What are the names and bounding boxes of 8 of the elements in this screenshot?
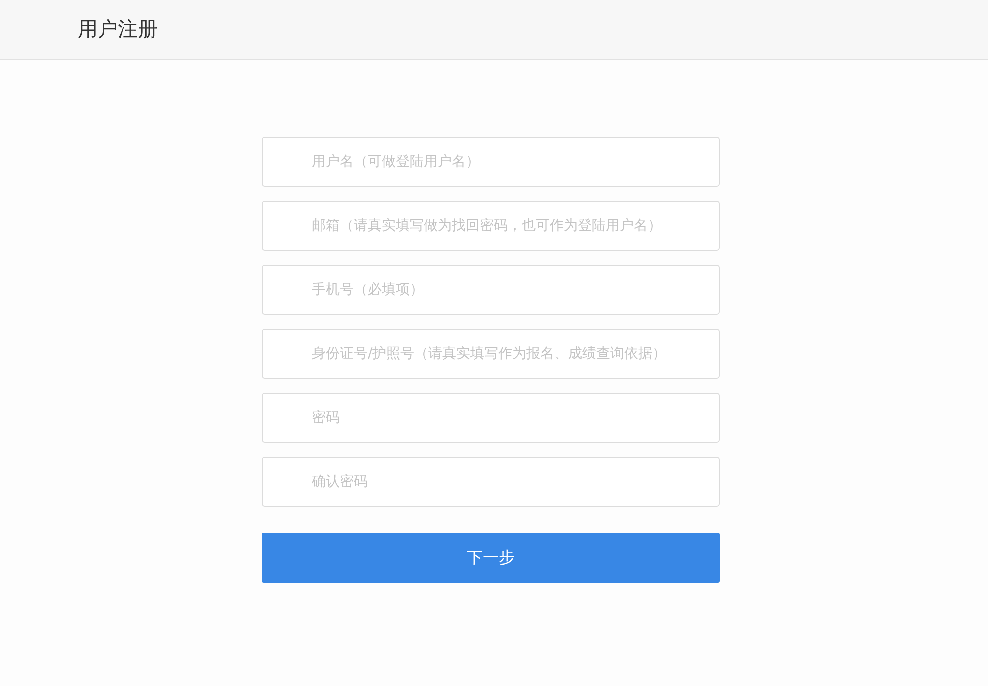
input-field[interactable]: 邮箱（请真实填写做为找回密码，也可作为登陆用户名）: [262, 201, 720, 251]
input-field[interactable]: 用户名（可做登陆用户名）: [262, 137, 720, 187]
input-field[interactable]: 身份证号/护照号（请真实填写作为报名、成绩查询依据）: [262, 329, 720, 379]
next-button[interactable]: 下一步: [262, 533, 720, 583]
input-field[interactable]: 确认密码: [262, 457, 720, 507]
input-field[interactable]: 密码: [262, 393, 720, 443]
input-field[interactable]: 手机号（必填项）: [262, 265, 720, 315]
page-title: 用户注册: [78, 16, 158, 43]
